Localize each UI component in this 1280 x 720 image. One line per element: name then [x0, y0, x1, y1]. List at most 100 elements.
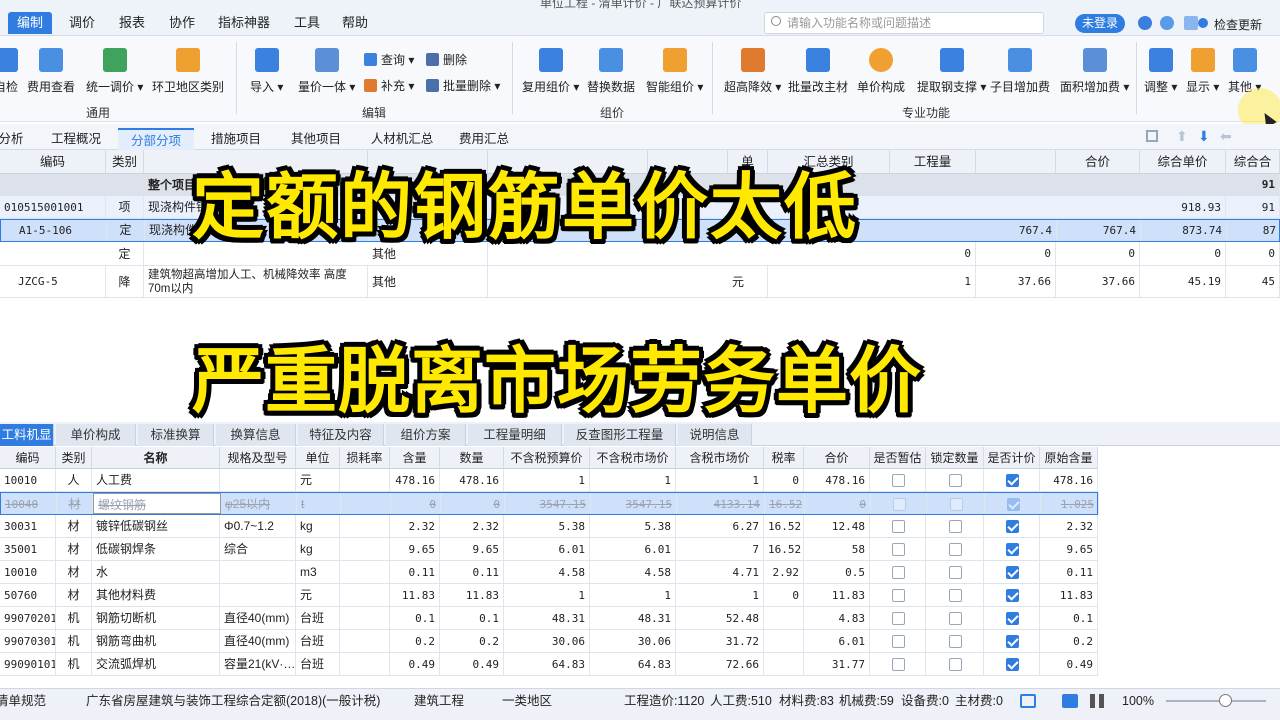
menu-adjust-price[interactable]: 调价 — [66, 12, 98, 34]
cell-content[interactable]: 0 — [391, 493, 441, 514]
cell-qty[interactable]: 478.16 — [440, 469, 504, 491]
smart-price-button[interactable]: 智能组价 ▾ — [646, 48, 703, 95]
batch-material-button[interactable]: 批量改主材 — [788, 48, 848, 95]
estimate-checkbox[interactable] — [891, 612, 905, 625]
cell-spec[interactable] — [220, 469, 296, 491]
cell-unit[interactable]: 台班 — [296, 607, 340, 629]
cell-p1[interactable]: 4.58 — [504, 561, 590, 583]
cell-unit[interactable]: kg — [296, 538, 340, 560]
table-row[interactable]: 10010 人人工费元 478.16 478.16 1 1 1 0 478.16 478.16 — [0, 469, 1098, 492]
cell-unit[interactable]: t — [297, 493, 341, 514]
cell-content[interactable]: 0.49 — [390, 653, 440, 675]
priced-checkbox[interactable] — [1005, 658, 1019, 671]
tab-qty-details[interactable]: 工程量明细 — [468, 424, 562, 446]
cell-content[interactable]: 9.65 — [390, 538, 440, 560]
menu-reports[interactable]: 报表 — [116, 12, 148, 34]
env-region-button[interactable]: 环卫地区类别 — [152, 48, 224, 95]
cell-p1[interactable]: 48.31 — [504, 607, 590, 629]
priced-checkbox[interactable] — [1005, 612, 1019, 625]
tab-notes[interactable]: 说明信息 — [678, 424, 752, 446]
cell-loss[interactable] — [340, 630, 390, 652]
sub-add-fee-button[interactable]: 子目增加费 — [990, 48, 1050, 95]
cell-p1[interactable]: 1 — [504, 584, 590, 606]
priced-checkbox[interactable] — [1005, 474, 1019, 487]
tab-analysis[interactable]: 分析 — [0, 128, 26, 150]
cell-name[interactable]: 低碳钢焊条 — [92, 538, 220, 560]
cell-p3[interactable]: 4.71 — [676, 561, 764, 583]
tab-fee-summary[interactable]: 费用汇总 — [452, 128, 516, 150]
cell-code[interactable]: 990702010 — [0, 607, 56, 629]
priced-checkbox[interactable] — [1005, 635, 1019, 648]
cell-p3[interactable]: 4133.14 — [677, 493, 765, 514]
cell-orig[interactable]: 478.16 — [1040, 469, 1098, 491]
cell-p2[interactable]: 1 — [590, 584, 676, 606]
cell-p1[interactable]: 5.38 — [504, 515, 590, 537]
menu-index-tool[interactable]: 指标神器 — [216, 12, 272, 34]
cell-total[interactable]: 58 — [804, 538, 870, 560]
cell-name[interactable]: 其他材料费 — [92, 584, 220, 606]
cell-loss[interactable] — [340, 515, 390, 537]
cell-p3[interactable]: 1 — [676, 469, 764, 491]
cell-type[interactable]: 材 — [56, 538, 92, 560]
tab-measures[interactable]: 措施项目 — [204, 128, 268, 150]
cell-p2[interactable]: 5.38 — [590, 515, 676, 537]
tab-unit-composition[interactable]: 单价构成 — [56, 424, 136, 446]
cell-orig[interactable]: 0.49 — [1040, 653, 1098, 675]
cell-spec[interactable]: Φ0.7~1.2 — [220, 515, 296, 537]
priced-checkbox[interactable] — [1005, 543, 1019, 556]
login-button[interactable]: 未登录 — [1075, 14, 1125, 33]
lock-qty-checkbox[interactable] — [948, 474, 962, 487]
query-button[interactable]: 查询 ▾ — [364, 51, 414, 68]
layout-icon[interactable] — [1020, 694, 1036, 708]
cell-type[interactable]: 机 — [56, 607, 92, 629]
cell-spec[interactable]: φ25以内 — [221, 493, 297, 514]
cell-unit[interactable]: 元 — [296, 469, 340, 491]
move-up-icon[interactable]: ⬆ — [1176, 128, 1188, 145]
cell-p1[interactable]: 1 — [504, 469, 590, 491]
cell-total[interactable]: 0.5 — [804, 561, 870, 583]
cell-tax[interactable] — [764, 653, 804, 675]
cell-tax[interactable]: 0 — [764, 469, 804, 491]
cell-type[interactable]: 人 — [56, 469, 92, 491]
cell-total[interactable]: 478.16 — [804, 469, 870, 491]
reuse-price-button[interactable]: 复用组价 ▾ — [522, 48, 579, 95]
table-row[interactable]: 990901010机交流弧焊机容量21(kV·…台班0.490.4964.836… — [0, 653, 1098, 676]
display-button[interactable]: 显示 ▾ — [1186, 48, 1219, 95]
cell-loss[interactable] — [340, 584, 390, 606]
menu-collaborate[interactable]: 协作 — [166, 12, 198, 34]
cell-name[interactable]: 钢筋弯曲机 — [92, 630, 220, 652]
lock-qty-checkbox[interactable] — [948, 612, 962, 625]
import-button[interactable]: 导入 ▾ — [250, 48, 283, 95]
cell-type[interactable]: 材 — [56, 561, 92, 583]
estimate-checkbox[interactable] — [891, 589, 905, 602]
replace-data-button[interactable]: 替换数据 — [587, 48, 635, 95]
grid-view-icon[interactable] — [1062, 694, 1078, 708]
column-view-icon[interactable] — [1090, 694, 1104, 708]
cell-unit[interactable]: m3 — [296, 561, 340, 583]
estimate-checkbox[interactable] — [891, 474, 905, 487]
cell-content[interactable]: 0.2 — [390, 630, 440, 652]
cell-code[interactable]: 30031 — [0, 515, 56, 537]
split-view-icon[interactable] — [1146, 130, 1158, 142]
table-row[interactable]: 35001 材低碳钢焊条 综合 kg 9.65 9.65 6.01 6.01 7 16.52 58 9… — [0, 538, 1098, 561]
cell-qty[interactable]: 0 — [441, 493, 505, 514]
table-row[interactable]: 10010 材水 m3 0.11 0.11 4.58 4.58 4.71 2.92 0.5 0.11 — [0, 561, 1098, 584]
cell-name[interactable]: 水 — [92, 561, 220, 583]
priced-checkbox[interactable] — [1005, 589, 1019, 602]
cell-qty[interactable]: 2.32 — [440, 515, 504, 537]
estimate-checkbox[interactable] — [891, 566, 905, 579]
search-input[interactable]: 请输入功能名称或问题描述 — [764, 12, 1044, 34]
cell-name[interactable]: 交流弧焊机 — [92, 653, 220, 675]
move-left-icon[interactable]: ⬅ — [1220, 128, 1232, 145]
cell-name[interactable]: 镀锌低碳钢丝 — [92, 515, 220, 537]
cell-code[interactable]: 10040 — [1, 493, 57, 514]
cell-p2[interactable]: 64.83 — [590, 653, 676, 675]
cell-unit[interactable]: 元 — [296, 584, 340, 606]
cell-orig[interactable]: 2.32 — [1040, 515, 1098, 537]
cell-type[interactable]: 材 — [57, 493, 93, 514]
cell-content[interactable]: 2.32 — [390, 515, 440, 537]
cell-p3[interactable]: 52.48 — [676, 607, 764, 629]
estimate-checkbox[interactable] — [891, 658, 905, 671]
cell-loss[interactable] — [341, 493, 391, 514]
lock-qty-checkbox[interactable] — [948, 635, 962, 648]
